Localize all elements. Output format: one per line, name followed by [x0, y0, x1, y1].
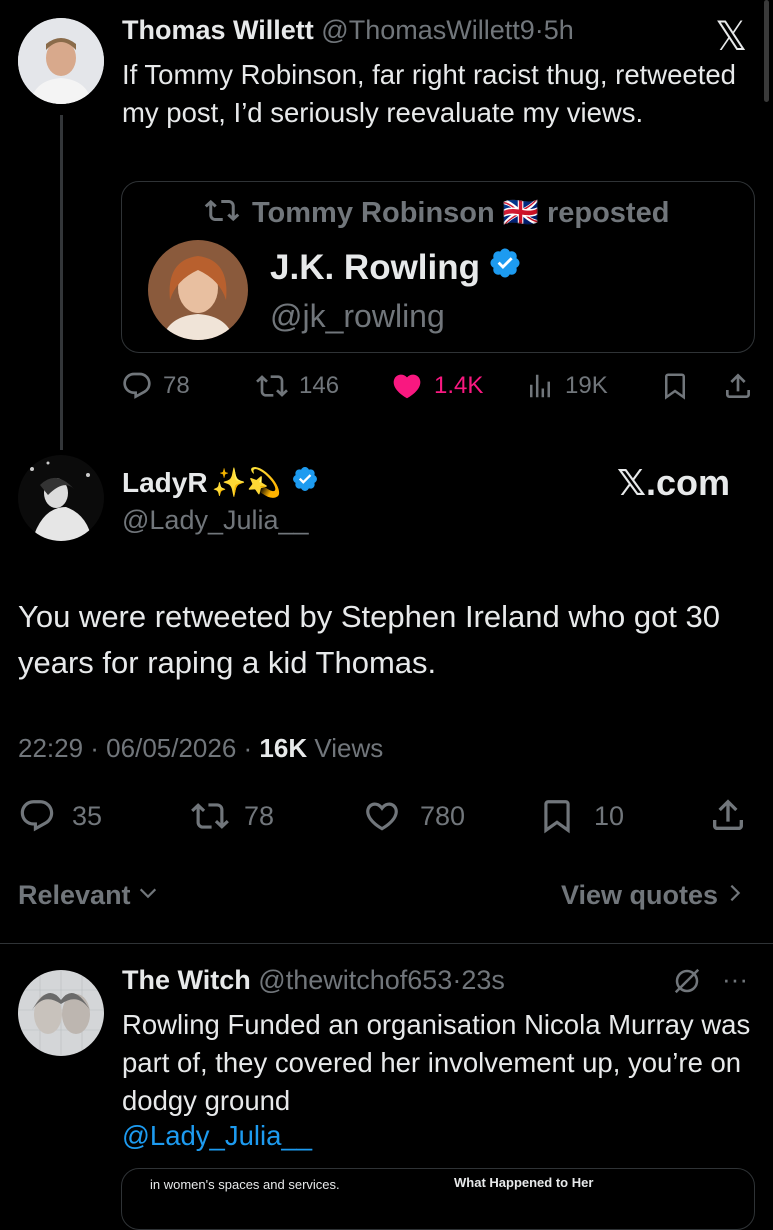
- separator-dot: ·: [452, 965, 462, 995]
- reply-button[interactable]: 78: [121, 370, 190, 402]
- author-handle[interactable]: @ThomasWillett9: [321, 15, 534, 45]
- embed-caption-left: in women's spaces and services.: [150, 1177, 340, 1192]
- like-count: 1.4K: [434, 372, 484, 399]
- grok-icon[interactable]: [672, 966, 702, 1001]
- reply-button[interactable]: 35: [18, 797, 102, 835]
- verified-badge-icon: [488, 246, 522, 289]
- bookmark-button[interactable]: 10: [538, 797, 624, 835]
- avatar-the-witch[interactable]: [18, 970, 104, 1056]
- repost-icon: [255, 370, 289, 402]
- repost-icon: [190, 797, 230, 835]
- author-handle[interactable]: @thewitchof653: [258, 965, 452, 995]
- like-icon: [390, 370, 424, 402]
- scrollbar[interactable]: [764, 0, 769, 102]
- avatar-jk-rowling[interactable]: [148, 240, 248, 340]
- repost-count: 146: [299, 372, 340, 399]
- views-button[interactable]: 19K: [525, 370, 608, 402]
- share-button[interactable]: [708, 795, 748, 840]
- repost-count: 78: [244, 800, 275, 831]
- author-name[interactable]: Thomas Willett: [122, 15, 314, 45]
- like-button[interactable]: 1.4K: [390, 370, 483, 402]
- chevron-right-icon: [726, 880, 744, 911]
- timestamp[interactable]: 5h: [544, 15, 574, 45]
- reply-header: The Witch @thewitchof653·23s: [122, 965, 505, 996]
- parent-header: Thomas Willett @ThomasWillett9·5h: [122, 15, 574, 46]
- bookmark-icon: [538, 797, 576, 835]
- views-count: 19K: [565, 372, 608, 399]
- reply-count: 35: [72, 800, 103, 831]
- like-count: 780: [420, 800, 466, 831]
- more-icon[interactable]: ···: [722, 964, 748, 995]
- views-count: 16K: [259, 733, 308, 763]
- quote-card[interactable]: Tommy Robinson 🇬🇧 reposted J.K. Rowling …: [121, 181, 755, 353]
- reply-text: Rowling Funded an organisation Nicola Mu…: [122, 1009, 751, 1116]
- author-name[interactable]: LadyR: [122, 467, 208, 499]
- tweet-meta: 22:29 · 06/05/2026 · 16K Views: [18, 733, 383, 764]
- bookmark-button[interactable]: [660, 370, 690, 407]
- embedded-media-card[interactable]: in women's spaces and services. What Hap…: [121, 1168, 755, 1230]
- quoted-author-name[interactable]: J.K. Rowling: [270, 248, 480, 288]
- bookmark-count: 10: [594, 800, 625, 831]
- like-button[interactable]: 780: [362, 797, 465, 835]
- timestamp[interactable]: 23s: [461, 965, 505, 995]
- main-tweet-text: You were retweeted by Stephen Ireland wh…: [18, 599, 721, 680]
- site-label: 𝕏.com: [617, 462, 731, 503]
- sort-label: Relevant: [18, 880, 131, 910]
- view-quotes-link[interactable]: View quotes: [561, 880, 744, 911]
- x-logo-icon[interactable]: 𝕏: [715, 14, 747, 60]
- reply-count: 78: [163, 372, 190, 399]
- share-icon: [708, 799, 748, 839]
- reply-icon: [18, 797, 56, 835]
- avatar-thomas-willett[interactable]: [18, 18, 104, 104]
- repost-button[interactable]: 78: [190, 797, 274, 835]
- chevron-down-icon: [137, 880, 159, 911]
- views-label: Views: [307, 733, 384, 763]
- view-quotes-label: View quotes: [561, 880, 719, 910]
- main-author-row: LadyR ✨💫: [122, 465, 319, 500]
- bookmark-icon: [660, 373, 690, 406]
- verified-badge-icon: [291, 465, 319, 500]
- quoted-author-handle[interactable]: @jk_rowling: [270, 298, 445, 335]
- avatar-ladyr[interactable]: [18, 455, 104, 541]
- author-emojis: ✨💫: [211, 467, 282, 498]
- separator-dot: ·: [534, 15, 544, 45]
- embed-caption-right: What Happened to Her: [454, 1175, 594, 1190]
- sort-relevant-dropdown[interactable]: Relevant: [18, 880, 159, 911]
- repost-button[interactable]: 146: [255, 370, 339, 402]
- share-icon: [722, 373, 754, 407]
- tweet-text: If Tommy Robinson, far right racist thug…: [122, 59, 736, 128]
- like-icon: [362, 797, 402, 835]
- repost-icon: [204, 194, 240, 232]
- author-handle[interactable]: @Lady_Julia__: [122, 505, 309, 536]
- divider: [0, 943, 773, 944]
- author-name[interactable]: The Witch: [122, 965, 251, 995]
- repost-label: Tommy Robinson 🇬🇧 reposted: [252, 197, 670, 229]
- views-icon: [525, 370, 555, 402]
- share-button[interactable]: [722, 369, 754, 408]
- reply-icon: [121, 370, 153, 402]
- thread-connector-line: [60, 115, 63, 450]
- mention-link[interactable]: @Lady_Julia__: [122, 1120, 312, 1152]
- tweet-timestamp[interactable]: 22:29 · 06/05/2026 ·: [18, 733, 259, 763]
